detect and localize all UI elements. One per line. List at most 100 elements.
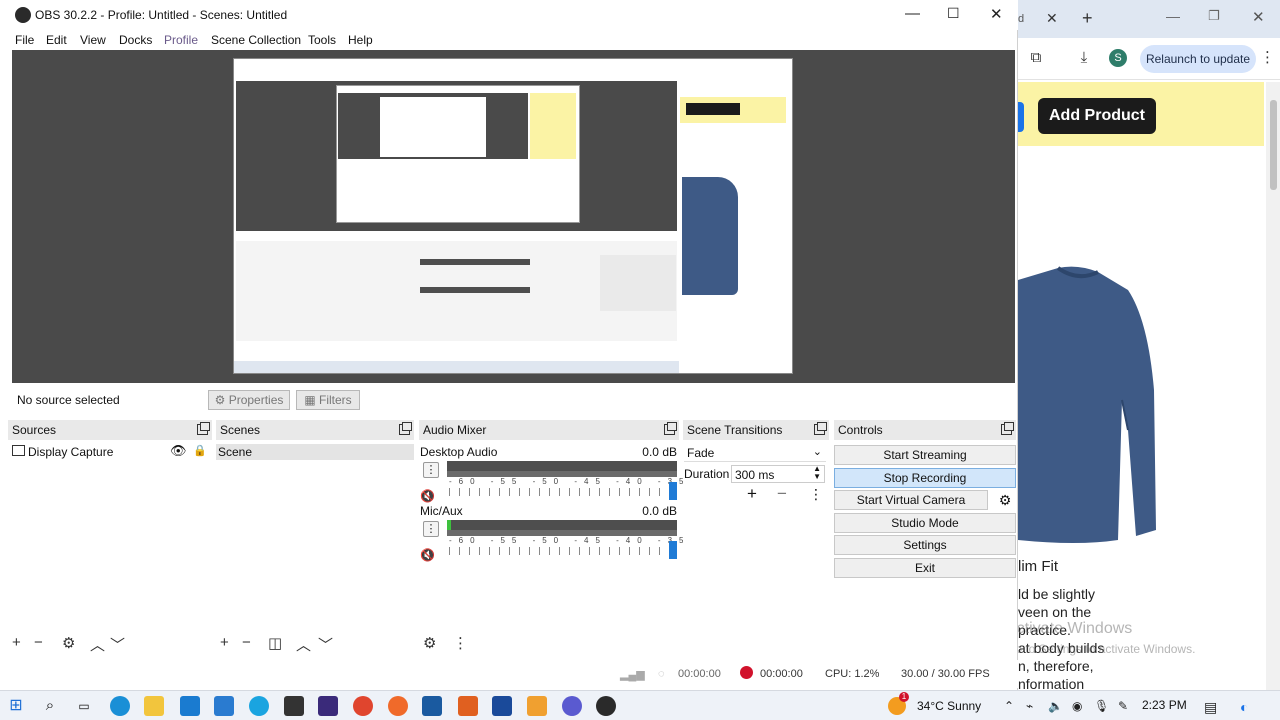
undock-icon[interactable] — [664, 422, 677, 435]
volume-slider-thumb[interactable] — [669, 541, 677, 559]
chevron-down-icon[interactable]: ﹀ — [110, 634, 125, 655]
gear-icon[interactable]: ⚙ — [62, 634, 75, 652]
firefox-icon[interactable] — [388, 696, 408, 716]
exit-button[interactable]: Exit — [834, 558, 1016, 578]
network-icon[interactable]: ⌁ — [1026, 699, 1033, 713]
remove-icon[interactable]: − — [34, 634, 43, 651]
word-icon[interactable] — [492, 696, 512, 716]
browser-tab[interactable]: d — [1018, 4, 1024, 34]
notification-icon[interactable]: ▤ — [1204, 699, 1217, 716]
channel-menu-icon[interactable]: ⋮ — [423, 462, 439, 478]
remove-transition-icon[interactable]: − — [777, 484, 787, 504]
tray-chevron-icon[interactable]: ⌃ — [1004, 699, 1014, 713]
file-explorer-icon[interactable] — [144, 696, 164, 716]
properties-button[interactable]: ⚙ Properties — [208, 390, 290, 410]
undock-icon[interactable] — [1001, 422, 1014, 435]
add-icon[interactable]: + — [220, 634, 229, 651]
discord-icon[interactable] — [562, 696, 582, 716]
maximize-icon[interactable]: ☐ — [947, 5, 960, 22]
list-item[interactable]: Scene — [216, 444, 414, 460]
browser-menu-icon[interactable]: ⋮ — [1260, 48, 1275, 66]
minimize-icon[interactable]: — — [905, 5, 920, 22]
relaunch-button[interactable]: Relaunch to update — [1140, 45, 1256, 73]
skype-icon[interactable] — [249, 696, 269, 716]
windows-start-icon[interactable]: ⊞ — [6, 696, 26, 716]
nested-shirt — [682, 177, 738, 295]
chrome-icon[interactable] — [353, 696, 373, 716]
volume-slider-thumb[interactable] — [669, 482, 677, 500]
menu-profile[interactable]: Profile — [164, 33, 198, 47]
virtual-camera-gear-icon[interactable]: ⚙ — [994, 490, 1016, 510]
new-tab-icon[interactable]: + — [1082, 8, 1093, 29]
chevron-up-icon[interactable]: ︿ — [90, 634, 105, 655]
maximize-icon[interactable]: ❐ — [1208, 8, 1220, 24]
extensions-icon[interactable]: ⧉ — [1026, 48, 1046, 68]
app-icon[interactable] — [422, 696, 442, 716]
channel-menu-icon[interactable]: ⋮ — [423, 521, 439, 537]
close-window-icon[interactable]: ✕ — [1252, 8, 1265, 26]
task-view-icon[interactable]: ▭ — [74, 696, 94, 716]
camera-icon[interactable]: ◉ — [1072, 699, 1082, 713]
duration-spinbox[interactable]: 300 ms ▲ ▼ — [731, 465, 825, 483]
partial-button[interactable] — [1018, 102, 1024, 132]
menu-file[interactable]: File — [15, 33, 34, 47]
close-tab-icon[interactable]: ✕ — [1046, 10, 1058, 27]
remove-icon[interactable]: − — [242, 634, 251, 651]
vscode-icon[interactable] — [214, 696, 234, 716]
add-product-button[interactable]: Add Product — [1038, 98, 1156, 134]
scrollbar-thumb[interactable] — [1270, 100, 1277, 190]
muted-speaker-icon[interactable]: 🔇 — [420, 548, 435, 562]
copilot-icon[interactable]: ◐ — [1240, 699, 1248, 715]
search-icon[interactable]: ⌕ — [40, 696, 60, 716]
chevron-down-icon[interactable]: ﹀ — [318, 634, 333, 655]
weather-text[interactable]: 34°C Sunny — [917, 699, 981, 713]
download-icon[interactable]: ⤓ — [1074, 48, 1094, 68]
powershell-icon[interactable] — [318, 696, 338, 716]
taskbar-clock[interactable]: 2:23 PM — [1142, 698, 1187, 712]
volume-slider-track[interactable] — [449, 547, 675, 555]
chevron-up-icon[interactable]: ︿ — [296, 634, 311, 655]
vlc-icon[interactable] — [527, 696, 547, 716]
start-streaming-button[interactable]: Start Streaming — [834, 445, 1016, 465]
transition-select[interactable]: Fade ⌄ — [684, 444, 826, 462]
eye-icon[interactable]: 👁 — [170, 443, 187, 459]
undock-icon[interactable] — [814, 422, 827, 435]
menu-view[interactable]: View — [80, 33, 106, 47]
menu-scene-collection[interactable]: Scene Collection — [211, 33, 301, 47]
undock-icon[interactable] — [197, 422, 210, 435]
list-item[interactable]: Display Capture 👁 🔒 — [10, 443, 210, 460]
stop-recording-button[interactable]: Stop Recording — [834, 468, 1016, 488]
mic-icon[interactable]: 🎙 — [1094, 699, 1109, 713]
minimize-icon[interactable]: — — [1166, 8, 1180, 24]
filters-button[interactable]: ▦ Filters — [296, 390, 360, 410]
studio-mode-button[interactable]: Studio Mode — [834, 513, 1016, 533]
filter-icon[interactable]: ◫ — [268, 634, 282, 652]
add-icon[interactable]: + — [12, 634, 21, 651]
edge-icon[interactable] — [110, 696, 130, 716]
menu-tools[interactable]: Tools — [308, 33, 336, 47]
profile-avatar[interactable]: S — [1109, 49, 1127, 67]
mail-icon[interactable] — [180, 696, 200, 716]
settings-button[interactable]: Settings — [834, 535, 1016, 555]
spin-arrows-icon[interactable]: ▲ ▼ — [813, 465, 821, 481]
start-virtual-camera-button[interactable]: Start Virtual Camera — [834, 490, 988, 510]
sublime-icon[interactable] — [458, 696, 478, 716]
speaker-icon[interactable]: 🔈 — [1048, 699, 1063, 713]
pen-icon[interactable]: ✎ — [1118, 699, 1128, 713]
volume-slider-track[interactable] — [449, 488, 675, 496]
menu-help[interactable]: Help — [348, 33, 373, 47]
lock-icon[interactable]: 🔒 — [193, 444, 207, 457]
obs-taskbar-icon[interactable] — [596, 696, 616, 716]
add-transition-icon[interactable]: + — [747, 484, 757, 504]
menu-edit[interactable]: Edit — [46, 33, 67, 47]
muted-speaker-icon[interactable]: 🔇 — [420, 489, 435, 503]
undock-icon[interactable] — [399, 422, 412, 435]
menu-docks[interactable]: Docks — [119, 33, 152, 47]
page-scrollbar[interactable] — [1266, 82, 1280, 690]
transition-menu-icon[interactable]: ⋮ — [809, 486, 823, 503]
mixer-menu-icon[interactable]: ⋮ — [453, 634, 468, 652]
pen-app-icon[interactable] — [284, 696, 304, 716]
audio-mixer-dock: Audio Mixer Desktop Audio 0.0 dB ⋮ -60 -… — [419, 420, 943, 632]
close-icon[interactable]: ✕ — [990, 5, 1003, 23]
advanced-audio-gear-icon[interactable]: ⚙ — [423, 634, 436, 652]
